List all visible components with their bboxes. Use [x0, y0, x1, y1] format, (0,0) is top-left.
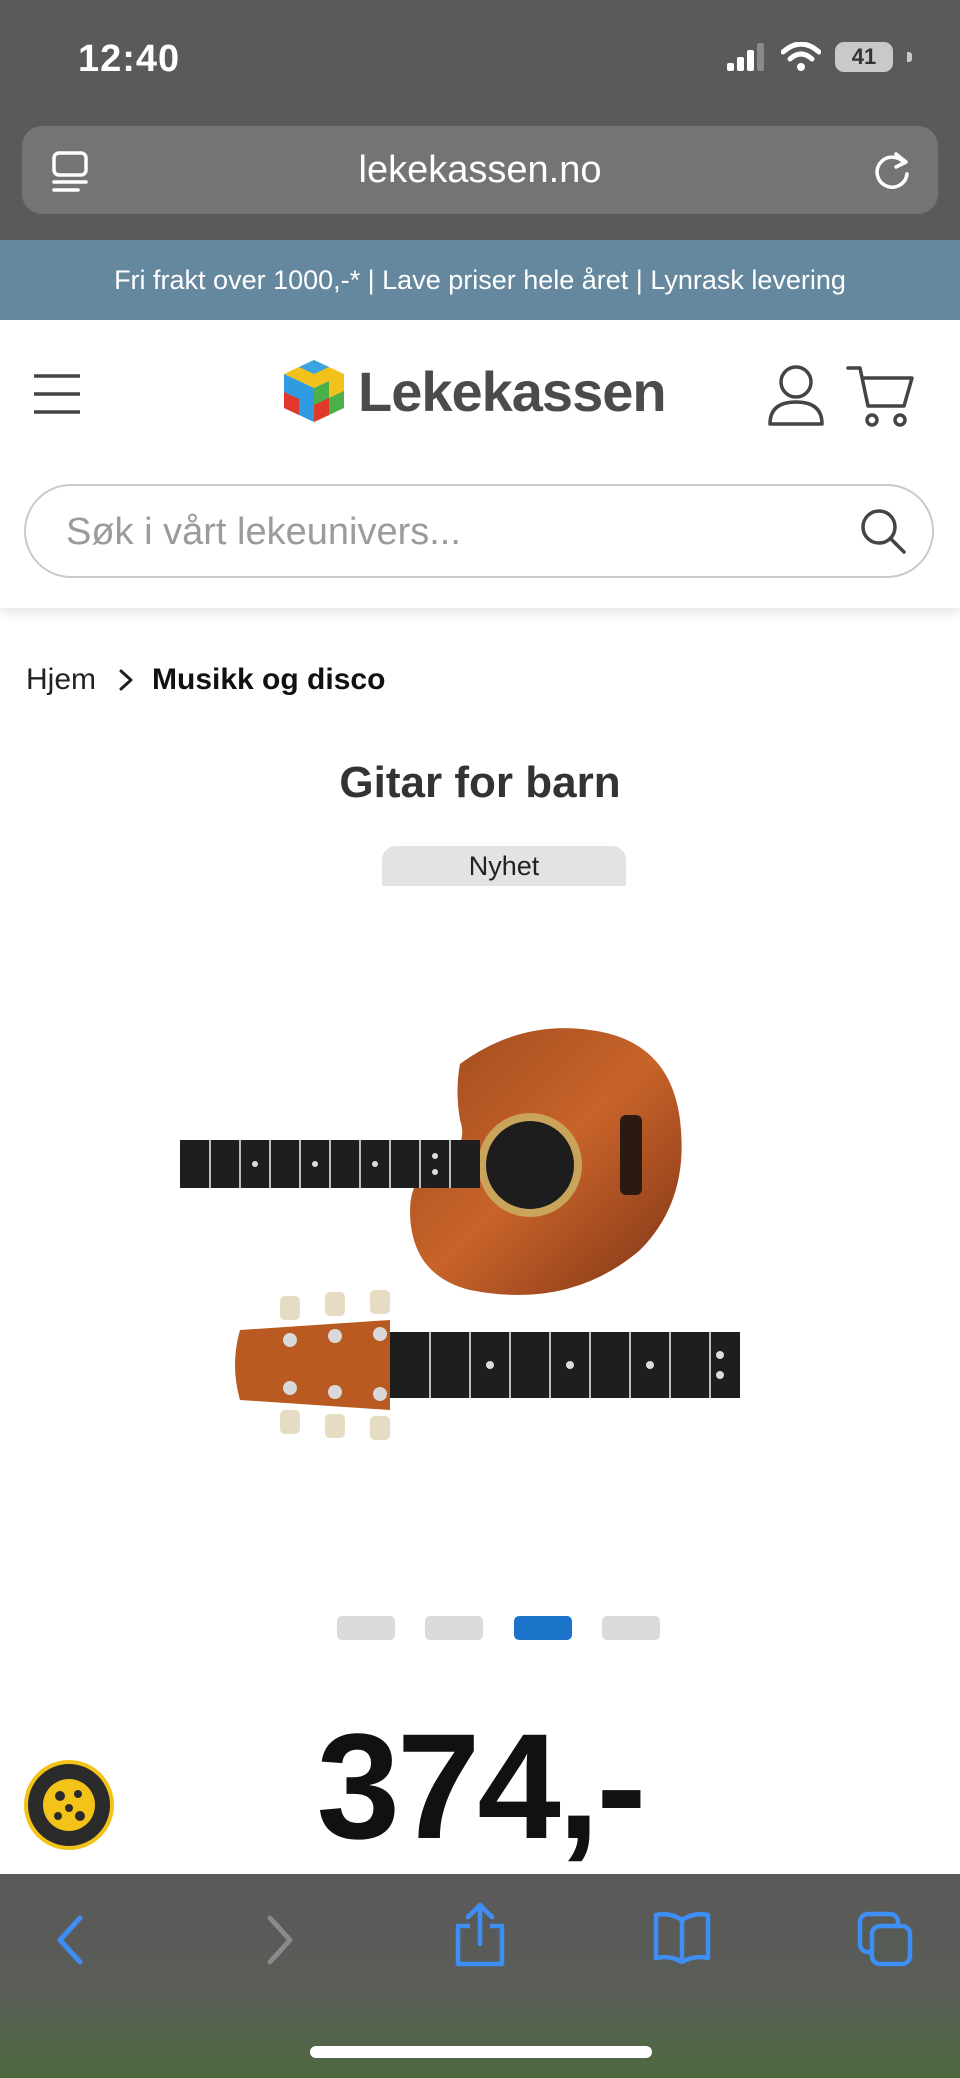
tabs-overview-icon[interactable] — [856, 1910, 914, 1968]
search-input[interactable] — [66, 506, 846, 558]
gallery-pagination — [0, 1616, 960, 1642]
gallery-dot-4[interactable] — [602, 1616, 660, 1640]
site-logo[interactable]: Lekekassen — [280, 358, 667, 424]
breadcrumb: Hjem Musikk og disco — [26, 663, 385, 697]
chevron-right-icon — [119, 669, 133, 691]
product-image-gallery[interactable] — [170, 1000, 790, 1500]
site-header: Lekekassen — [0, 320, 960, 608]
browser-toolbar — [0, 1874, 960, 2078]
gallery-dot-3[interactable] — [514, 1616, 572, 1640]
product-title: Gitar for barn — [339, 758, 621, 807]
url-text[interactable]: lekekassen.no — [22, 126, 938, 214]
reload-icon[interactable] — [870, 148, 914, 192]
logo-cube-icon — [284, 360, 344, 422]
browser-address-area: lekekassen.no — [0, 118, 960, 240]
guitar-image — [180, 1028, 740, 1440]
wifi-icon — [781, 42, 821, 71]
forward-icon[interactable] — [262, 1910, 298, 1970]
bookmarks-icon[interactable] — [652, 1910, 712, 1964]
share-icon[interactable] — [452, 1902, 508, 1968]
product-price: 374,- — [316, 1702, 647, 1870]
breadcrumb-home[interactable]: Hjem — [26, 663, 96, 697]
cookie-settings-button[interactable] — [24, 1760, 114, 1850]
promo-banner: Fri frakt over 1000,-* | Lave priser hel… — [0, 240, 960, 320]
address-bar[interactable]: lekekassen.no — [22, 126, 938, 214]
cookie-icon — [43, 1779, 95, 1831]
signal-icon — [727, 43, 764, 71]
status-icons: 41 — [727, 42, 912, 72]
gallery-dot-2[interactable] — [425, 1616, 483, 1640]
new-badge: Nyhet — [382, 846, 626, 886]
search-icon[interactable] — [858, 506, 908, 556]
home-indicator — [310, 2046, 652, 2058]
back-icon[interactable] — [52, 1910, 88, 1970]
status-time: 12:40 — [78, 38, 181, 80]
battery-indicator: 41 — [835, 42, 893, 72]
breadcrumb-current[interactable]: Musikk og disco — [152, 663, 385, 697]
search-bar[interactable] — [24, 484, 934, 578]
user-icon[interactable] — [766, 364, 826, 428]
status-bar: 12:40 41 — [0, 0, 960, 118]
menu-icon[interactable] — [32, 372, 82, 416]
battery-level: 41 — [851, 44, 877, 69]
cart-icon[interactable] — [846, 364, 914, 428]
battery-nub — [907, 52, 912, 62]
logo-text: Lekekassen — [358, 359, 667, 423]
gallery-dot-1[interactable] — [337, 1616, 395, 1640]
